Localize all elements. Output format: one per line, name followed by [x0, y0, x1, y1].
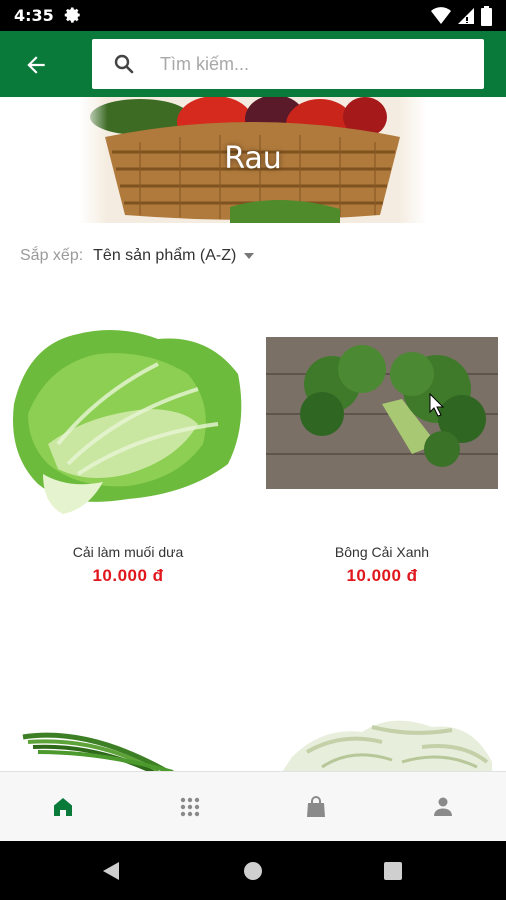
- cabbage-shreds-image: [262, 672, 502, 771]
- gear-icon: [64, 7, 80, 23]
- broccoli-image: [262, 294, 502, 534]
- nav-home[interactable]: [0, 772, 127, 841]
- product-card[interactable]: Bông Cải Xanh 10.000 đ: [262, 294, 502, 594]
- product-card[interactable]: Cải làm muối dưa 10.000 đ: [8, 294, 248, 594]
- nav-account[interactable]: [380, 772, 506, 841]
- sort-selected-value: Tên sản phẩm (A-Z): [93, 247, 237, 264]
- signal-icon: [458, 8, 474, 24]
- category-title: Rau: [224, 141, 282, 176]
- search-input[interactable]: [160, 53, 460, 75]
- sort-label: Sắp xếp:: [20, 247, 84, 264]
- search-box[interactable]: [92, 39, 484, 89]
- system-home-icon[interactable]: [242, 860, 264, 882]
- dropdown-caret-icon: [244, 253, 255, 259]
- categories-grid-icon: [180, 797, 199, 816]
- sort-dropdown[interactable]: Tên sản phẩm (A-Z): [93, 247, 255, 265]
- account-icon: [433, 797, 452, 816]
- system-back-icon[interactable]: [100, 860, 122, 882]
- shopping-bag-icon: [307, 795, 326, 817]
- product-card[interactable]: [262, 672, 502, 771]
- product-name: Bông Cải Xanh: [334, 544, 430, 560]
- arrow-left-icon: [27, 56, 45, 74]
- search-icon: [114, 54, 134, 74]
- nav-cart[interactable]: [253, 772, 380, 841]
- product-price: 10.000 đ: [92, 566, 164, 585]
- app-bar: [0, 31, 506, 97]
- back-button[interactable]: [16, 45, 56, 85]
- bottom-navigation: [0, 771, 506, 841]
- status-time: 4:35: [14, 6, 54, 25]
- home-icon: [54, 797, 73, 816]
- product-name: Cải làm muối dưa: [72, 544, 184, 560]
- chinese-cabbage-image: [8, 294, 248, 534]
- system-recents-icon[interactable]: [382, 860, 404, 882]
- chives-image: [8, 672, 248, 771]
- wifi-icon: [431, 7, 451, 24]
- category-banner: Rau: [80, 97, 426, 223]
- product-card[interactable]: [8, 672, 248, 771]
- sort-row: Sắp xếp: Tên sản phẩm (A-Z): [20, 244, 255, 268]
- product-price: 10.000 đ: [346, 566, 418, 585]
- status-bar: 4:35: [0, 0, 506, 31]
- nav-categories[interactable]: [127, 772, 254, 841]
- system-navigation-bar: [0, 841, 506, 900]
- status-indicators: [431, 6, 492, 26]
- battery-icon: [481, 6, 492, 26]
